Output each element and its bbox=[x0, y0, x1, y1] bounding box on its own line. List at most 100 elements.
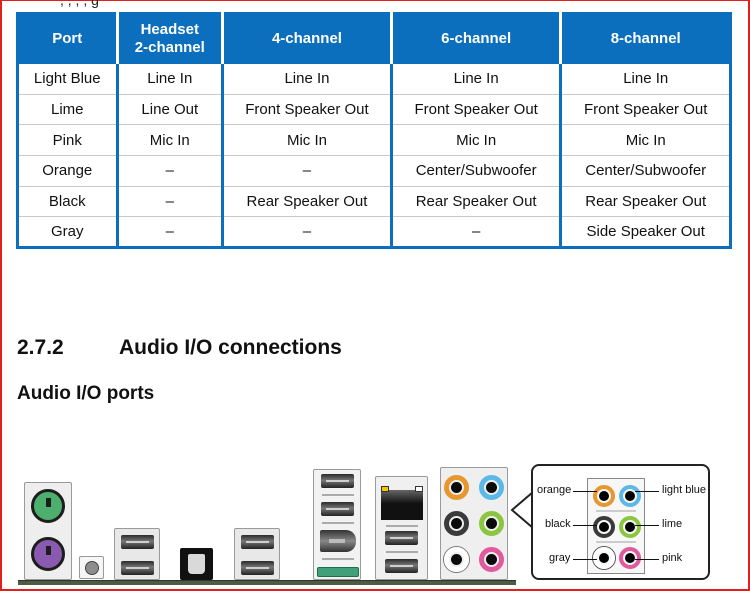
port-function-cell: Center/Subwoofer bbox=[389, 155, 561, 187]
table-row: Light Blue Line In Line In Line In Line In bbox=[17, 63, 731, 95]
ieee1394-port bbox=[320, 530, 356, 552]
subheading: Audio I/O ports bbox=[17, 383, 155, 404]
usb-port bbox=[241, 535, 274, 549]
header-6-channel: 6-channel bbox=[389, 13, 561, 64]
jack-lime bbox=[479, 511, 504, 536]
callout-jack-orange bbox=[593, 485, 615, 507]
port-color-cell: Orange bbox=[17, 155, 118, 187]
port-function-cell: – bbox=[221, 216, 392, 248]
usb-port bbox=[241, 561, 274, 575]
header-text: 6-channel bbox=[441, 30, 512, 48]
table-row: Gray – – – Side Speaker Out bbox=[17, 216, 731, 248]
header-8-channel: 8-channel bbox=[559, 13, 731, 64]
divider bbox=[596, 510, 636, 512]
usb-port bbox=[121, 561, 154, 575]
header-text: Headset bbox=[140, 21, 199, 39]
leader-line bbox=[573, 491, 597, 492]
usb-port-pair-2 bbox=[234, 528, 280, 580]
button-knob bbox=[85, 561, 99, 575]
port-function-cell: – bbox=[115, 185, 223, 217]
usb-port bbox=[321, 474, 354, 488]
port-function-cell: Mic In bbox=[389, 124, 561, 156]
port-function-cell: Line Out bbox=[115, 93, 223, 125]
usb-port-pair-1 bbox=[114, 528, 160, 580]
leader-line bbox=[635, 559, 659, 560]
usb-port bbox=[121, 535, 154, 549]
divider bbox=[322, 558, 354, 560]
port-function-cell: Rear Speaker Out bbox=[221, 185, 392, 217]
header-text: Port bbox=[52, 30, 83, 48]
port-function-cell: Center/Subwoofer bbox=[559, 155, 731, 187]
port-function-cell: Front Speaker Out bbox=[389, 93, 561, 125]
port-function-cell: Rear Speaker Out bbox=[559, 185, 731, 217]
label-orange: orange bbox=[537, 484, 572, 496]
ps2-keyboard-port bbox=[31, 489, 65, 523]
audio-config-table: Port Headset 2-channel 4-channel 6-channe… bbox=[16, 12, 732, 250]
callout-jack-gray bbox=[593, 547, 615, 569]
label-pink: pink bbox=[662, 552, 683, 564]
ps2-ports bbox=[24, 482, 72, 580]
callout-jack-pink bbox=[619, 547, 641, 569]
port-function-cell: Line In bbox=[559, 63, 731, 95]
lan-activity-led bbox=[381, 486, 389, 492]
header-headset-2-channel: Headset 2-channel bbox=[115, 13, 223, 64]
usb-ieee1394-esata-stack bbox=[313, 469, 361, 580]
divider bbox=[386, 525, 418, 527]
jack-pink bbox=[479, 547, 504, 572]
jack-black bbox=[444, 511, 469, 536]
section-number: 2.7.2 bbox=[17, 336, 64, 359]
port-function-cell: Mic In bbox=[115, 124, 223, 156]
port-function-cell: Front Speaker Out bbox=[559, 93, 731, 125]
leader-line bbox=[573, 525, 597, 526]
label-lime: lime bbox=[662, 518, 683, 530]
table-row: Pink Mic In Mic In Mic In Mic In bbox=[17, 124, 731, 156]
audio-jack-panel bbox=[440, 467, 508, 580]
lan-speed-led bbox=[415, 486, 423, 492]
jack-gray bbox=[444, 547, 469, 572]
header-text: 2-channel bbox=[134, 39, 205, 57]
port-function-cell: Line In bbox=[389, 63, 561, 95]
section-title: Audio I/O connections bbox=[119, 336, 342, 359]
port-color-cell: Lime bbox=[17, 93, 118, 125]
port-function-cell: – bbox=[389, 216, 561, 248]
port-color-cell: Pink bbox=[17, 124, 118, 156]
divider bbox=[596, 541, 636, 543]
header-text: 4-channel bbox=[271, 30, 342, 48]
leader-line bbox=[635, 491, 659, 492]
label-gray: gray bbox=[549, 552, 571, 564]
usb-port bbox=[385, 531, 418, 545]
optical-spdif-port bbox=[180, 548, 213, 580]
port-function-cell: – bbox=[221, 155, 392, 187]
port-function-cell: Side Speaker Out bbox=[559, 216, 731, 248]
table-row: Orange – – Center/Subwoofer Center/Subwoofer bbox=[17, 155, 731, 187]
divider bbox=[322, 494, 354, 496]
audio-jack-callout: orange light blue black lime gray pink bbox=[531, 464, 710, 580]
clr-cmos-button bbox=[79, 556, 104, 579]
callout-jack-black bbox=[593, 516, 615, 538]
header-text: 8-channel bbox=[610, 30, 681, 48]
port-function-cell: Front Speaker Out bbox=[221, 93, 392, 125]
jack-light-blue bbox=[479, 475, 504, 500]
port-function-cell: – bbox=[115, 155, 223, 187]
port-color-cell: Gray bbox=[17, 216, 118, 248]
leader-line bbox=[635, 525, 659, 526]
table-header-row: Port Headset 2-channel 4-channel 6-channe… bbox=[17, 13, 731, 64]
port-function-cell: Mic In bbox=[559, 124, 731, 156]
port-function-cell: Mic In bbox=[221, 124, 392, 156]
label-light-blue: light blue bbox=[662, 484, 707, 496]
divider bbox=[386, 551, 418, 553]
header-port: Port bbox=[17, 13, 118, 64]
callout-jack-light-blue bbox=[619, 485, 641, 507]
port-function-cell: Line In bbox=[115, 63, 223, 95]
lan-port bbox=[381, 490, 423, 520]
section-heading: 2.7.2 Audio I/O connections bbox=[17, 336, 342, 360]
port-function-cell: Rear Speaker Out bbox=[389, 185, 561, 217]
leader-line bbox=[573, 559, 597, 560]
callout-jack-lime bbox=[619, 516, 641, 538]
label-black: black bbox=[545, 518, 571, 530]
esata-port bbox=[317, 567, 359, 577]
port-color-cell: Black bbox=[17, 185, 118, 217]
table-row: Lime Line Out Front Speaker Out Front Speak… bbox=[17, 93, 731, 125]
divider bbox=[322, 522, 354, 524]
lan-usb-stack bbox=[375, 476, 428, 580]
